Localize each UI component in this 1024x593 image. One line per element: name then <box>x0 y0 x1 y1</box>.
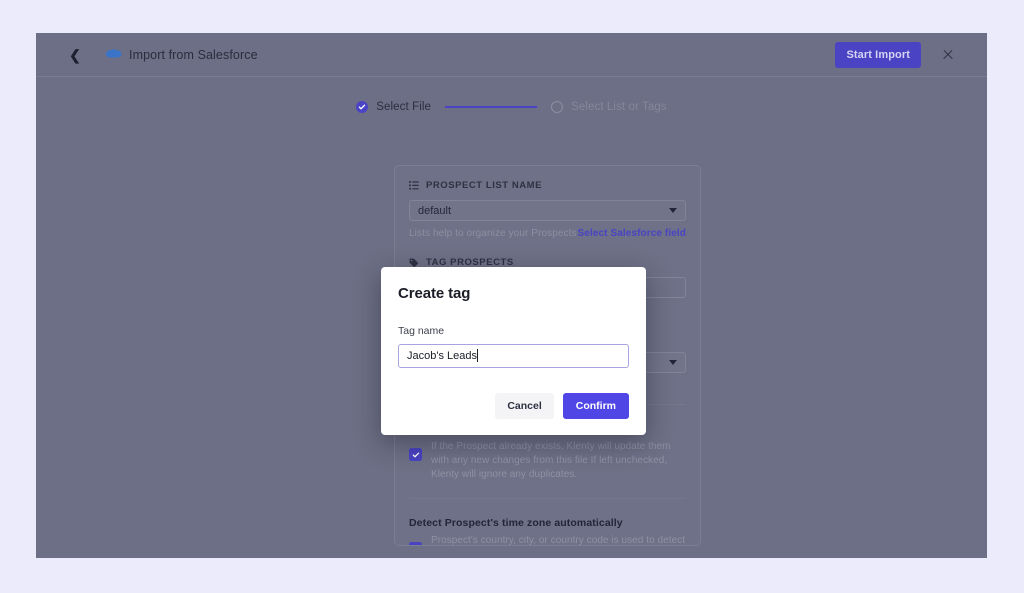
window-title: Import from Salesforce <box>129 47 258 62</box>
tag-name-input[interactable] <box>398 344 629 368</box>
create-tag-actions: Cancel Confirm <box>398 393 629 419</box>
window-body: Select File Select List or Tags PROSPECT… <box>36 77 987 558</box>
text-cursor <box>476 349 478 362</box>
create-tag-dialog: Create tag Tag name Cancel Confirm <box>381 267 646 435</box>
salesforce-cloud-icon <box>105 48 122 61</box>
window-titlebar: ❮ Import from Salesforce Start Import <box>36 33 987 77</box>
titlebar-actions: Start Import <box>835 41 971 68</box>
create-tag-title: Create tag <box>398 285 471 302</box>
import-window: ❮ Import from Salesforce Start Import Se… <box>36 33 987 558</box>
close-icon[interactable] <box>941 48 955 62</box>
cancel-button[interactable]: Cancel <box>495 393 554 419</box>
start-import-button[interactable]: Start Import <box>835 41 921 68</box>
confirm-button[interactable]: Confirm <box>562 393 629 419</box>
tag-name-label: Tag name <box>398 325 445 337</box>
back-chevron-icon[interactable]: ❮ <box>66 46 84 64</box>
